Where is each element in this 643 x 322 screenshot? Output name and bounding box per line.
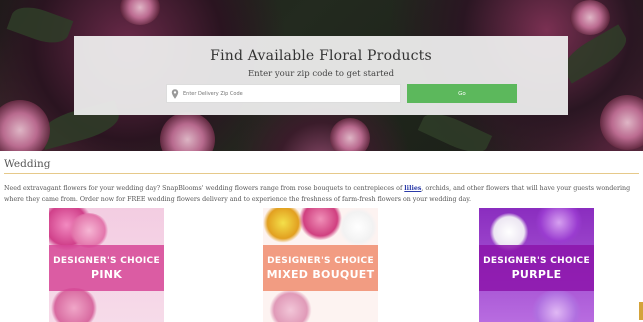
product-tile-purple[interactable]: DESIGNER'S CHOICE PURPLE xyxy=(479,208,594,322)
section-divider xyxy=(4,173,639,174)
flower-image xyxy=(338,208,378,246)
go-button[interactable]: Go xyxy=(407,84,517,103)
product-tile-pink[interactable]: DESIGNER'S CHOICE PINK xyxy=(49,208,164,322)
product-label-band: DESIGNER'S CHOICE MIXED BOUQUET xyxy=(263,245,378,291)
hero-flower xyxy=(120,0,160,25)
hero-leaf xyxy=(6,0,74,50)
desc-text-before: Need extravagant flowers for your weddin… xyxy=(4,185,405,192)
product-label-line2: PURPLE xyxy=(511,267,562,281)
hero-flower xyxy=(330,118,370,151)
hero-flower xyxy=(600,95,643,150)
zip-code-field[interactable] xyxy=(166,84,401,103)
flower-image xyxy=(49,288,99,322)
flower-image xyxy=(529,290,584,322)
lilies-link[interactable]: lilies xyxy=(404,185,421,192)
flower-image xyxy=(298,208,343,240)
product-tile-mixed-bouquet[interactable]: DESIGNER'S CHOICE MIXED BOUQUET xyxy=(263,208,378,322)
hero-banner: Find Available Floral Products Enter you… xyxy=(0,0,643,151)
product-label-line1: DESIGNER'S CHOICE xyxy=(267,255,374,266)
flower-image xyxy=(534,208,584,245)
section-title: Wedding xyxy=(4,158,51,170)
product-label-line1: DESIGNER'S CHOICE xyxy=(483,255,590,266)
hero-flower xyxy=(0,100,50,151)
product-label-line2: MIXED BOUQUET xyxy=(266,267,375,281)
hero-flower xyxy=(160,112,215,151)
product-label-band: DESIGNER'S CHOICE PINK xyxy=(49,245,164,291)
hero-flower xyxy=(570,0,610,35)
product-label-line2: PINK xyxy=(90,267,123,281)
flower-image xyxy=(268,290,313,322)
product-label-line1: DESIGNER'S CHOICE xyxy=(53,255,160,266)
search-subtitle: Enter your zip code to get started xyxy=(247,69,395,79)
map-pin-icon xyxy=(171,88,179,99)
search-title: Find Available Floral Products xyxy=(210,48,432,64)
scroll-to-top-tab[interactable] xyxy=(639,302,643,320)
zip-code-input[interactable] xyxy=(183,90,383,97)
section-description: Need extravagant flowers for your weddin… xyxy=(4,183,639,205)
product-label-band: DESIGNER'S CHOICE PURPLE xyxy=(479,245,594,291)
flower-image xyxy=(69,213,109,248)
flower-image xyxy=(263,208,303,243)
zip-search-card: Find Available Floral Products Enter you… xyxy=(74,36,568,115)
